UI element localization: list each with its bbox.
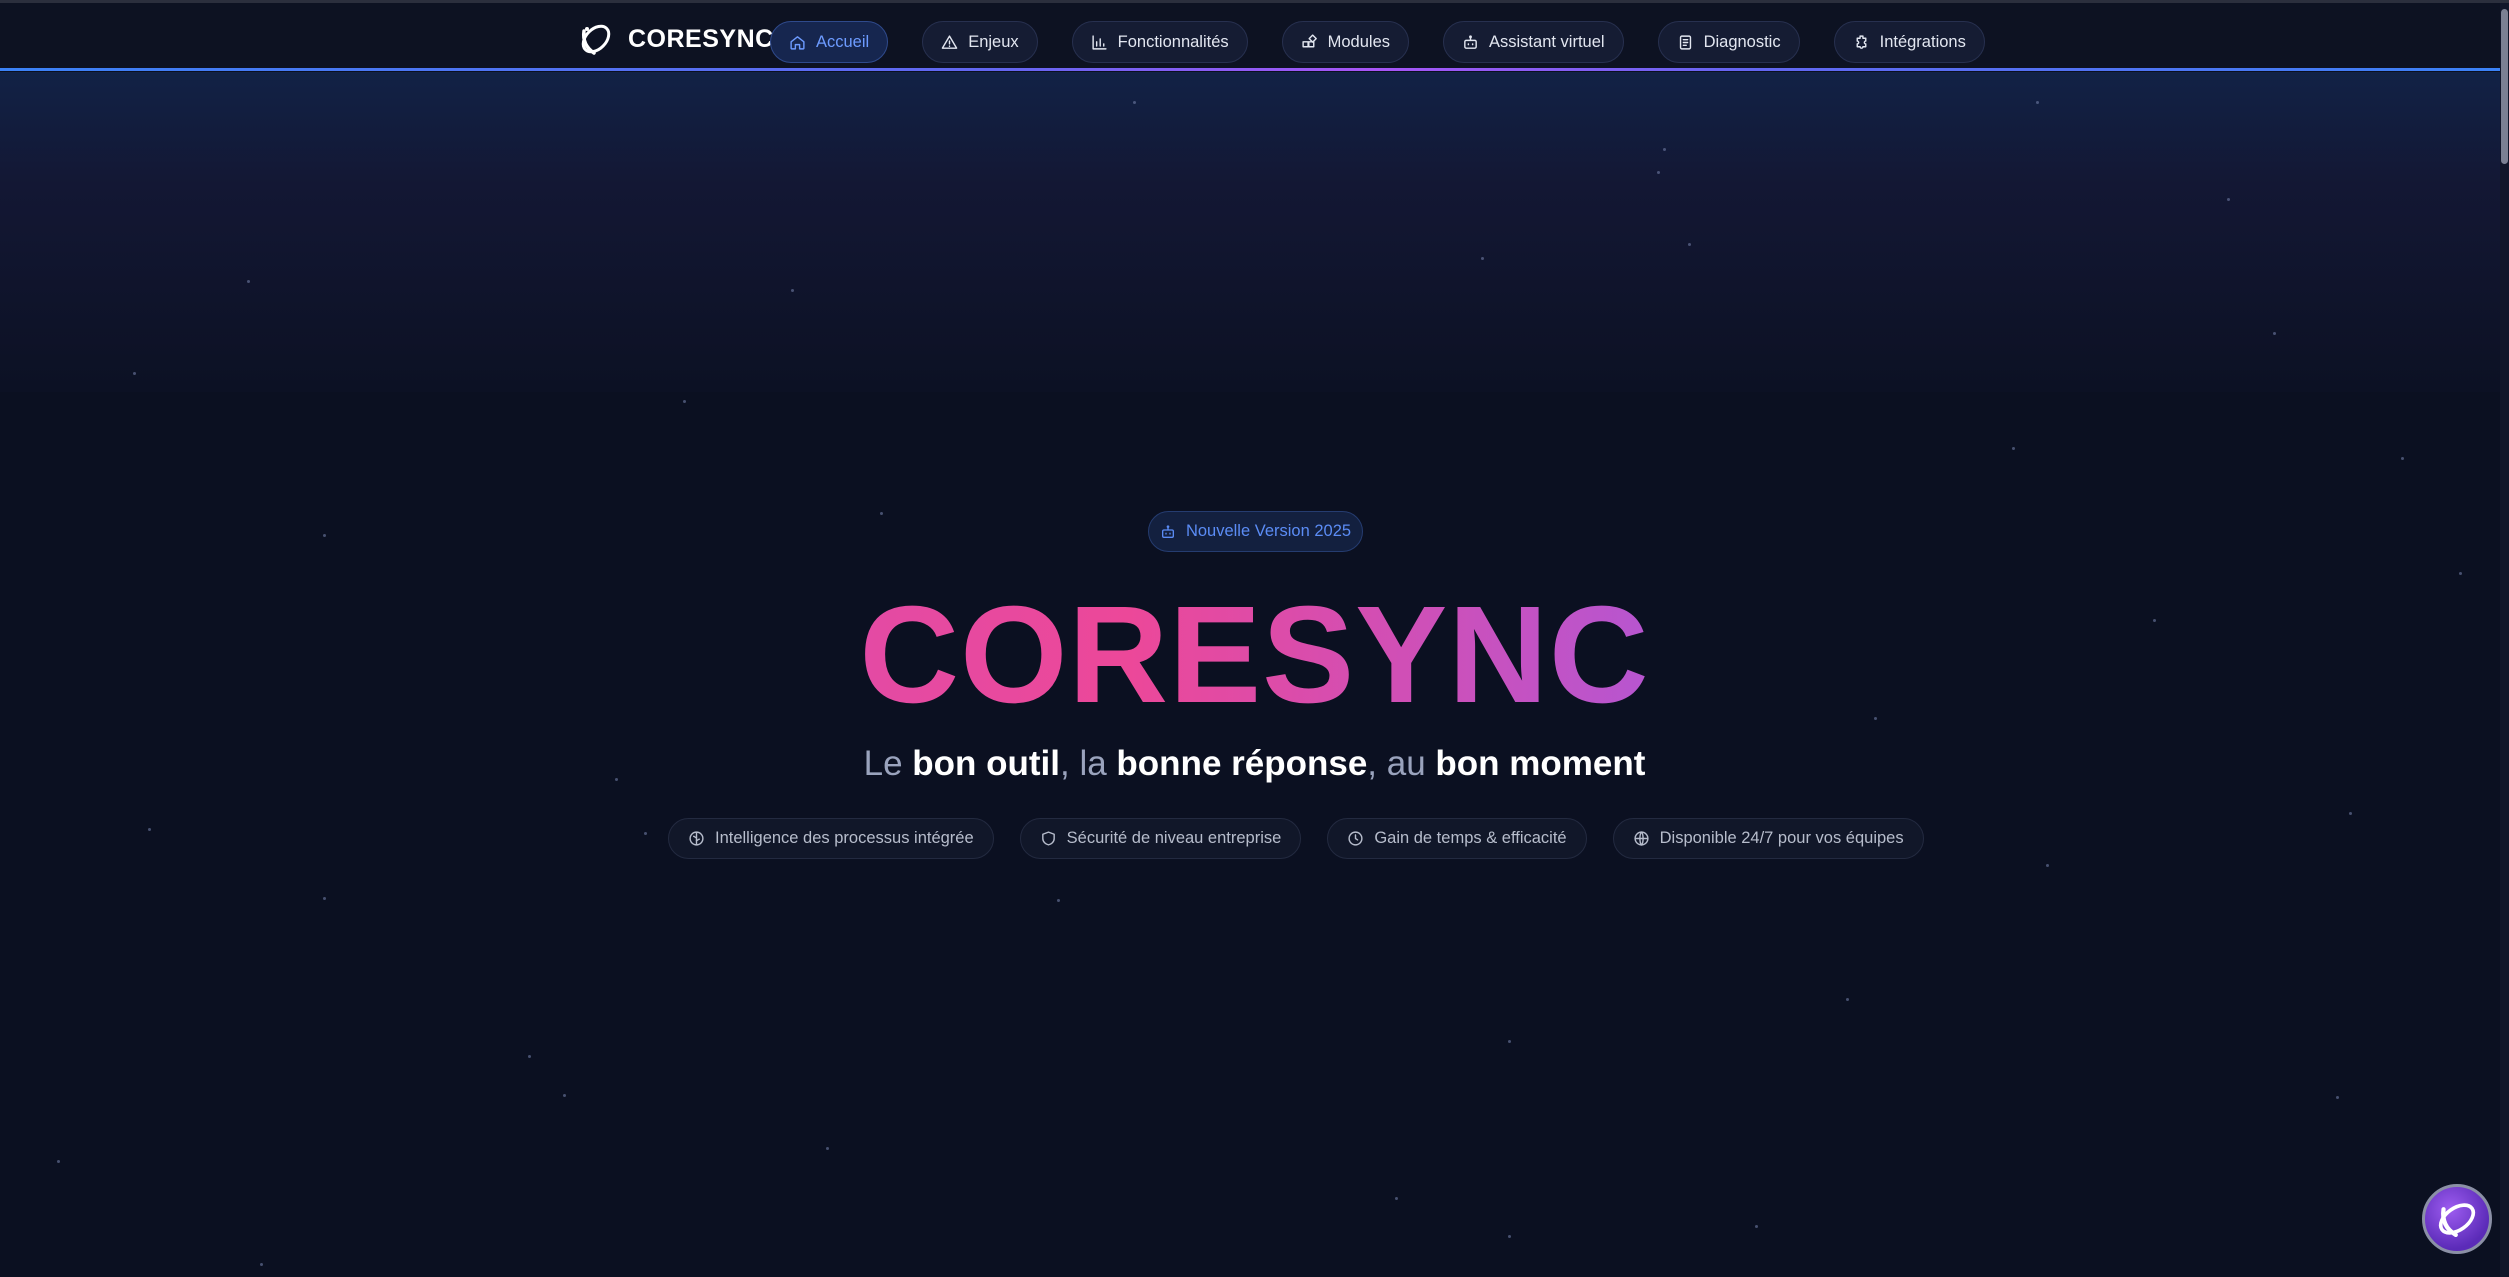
clipboard-icon bbox=[1679, 34, 1691, 50]
feature-label: Gain de temps & efficacité bbox=[1374, 829, 1567, 847]
clock-icon bbox=[1348, 831, 1363, 846]
hero-title: CORESYNC bbox=[0, 580, 2509, 730]
nav-item-enjeux[interactable]: Enjeux bbox=[922, 21, 1038, 63]
brain-icon bbox=[689, 831, 704, 846]
modules-icon bbox=[1302, 33, 1317, 47]
tagline-text: , au bbox=[1367, 744, 1436, 783]
bot-icon bbox=[1464, 34, 1477, 49]
feature-label: Disponible 24/7 pour vos équipes bbox=[1659, 829, 1904, 847]
brand[interactable]: CORESYNC bbox=[578, 21, 774, 57]
feature-label: Intelligence des processus intégrée bbox=[715, 829, 974, 847]
bot-icon bbox=[1161, 524, 1174, 538]
nav-item-label: Intégrations bbox=[1879, 32, 1966, 51]
tagline-text: Le bbox=[863, 744, 913, 783]
nav-menu: Accueil Enjeux Fonctionnalités Modules A… bbox=[770, 21, 1985, 63]
alert-triangle-icon bbox=[941, 34, 958, 49]
nav-item-label: Enjeux bbox=[968, 32, 1019, 51]
feature-pill-intelligence: Intelligence des processus intégrée bbox=[668, 818, 994, 859]
globe-icon bbox=[1634, 831, 1649, 846]
nav-item-label: Assistant virtuel bbox=[1489, 32, 1605, 51]
nav-item-fonctionnalites[interactable]: Fonctionnalités bbox=[1071, 21, 1248, 63]
assistant-chat-button[interactable] bbox=[2422, 1184, 2492, 1254]
scrollbar-thumb[interactable] bbox=[2501, 9, 2508, 164]
coresync-logo-icon bbox=[2438, 1203, 2476, 1238]
nav-item-integrations[interactable]: Intégrations bbox=[1833, 21, 1985, 63]
feature-label: Sécurité de niveau entreprise bbox=[1066, 829, 1282, 847]
feature-pills: Intelligence des processus intégrée Sécu… bbox=[668, 818, 1924, 859]
home-icon bbox=[790, 35, 805, 50]
puzzle-icon bbox=[1856, 34, 1867, 49]
brand-name: CORESYNC bbox=[628, 24, 774, 53]
nav-item-label: Diagnostic bbox=[1703, 32, 1781, 51]
nav-item-assistant-virtuel[interactable]: Assistant virtuel bbox=[1443, 21, 1624, 63]
hero-tagline: Le bon outil, la bonne réponse, au bon m… bbox=[0, 742, 2509, 786]
nav-item-accueil[interactable]: Accueil bbox=[770, 21, 889, 63]
coresync-logo-icon bbox=[581, 24, 611, 55]
nav-item-diagnostic[interactable]: Diagnostic bbox=[1657, 21, 1800, 63]
badge-label: Nouvelle Version 2025 bbox=[1185, 522, 1352, 540]
nav-item-label: Fonctionnalités bbox=[1117, 32, 1229, 51]
tagline-emphasis: bon moment bbox=[1435, 744, 1646, 783]
bar-chart-icon bbox=[1092, 34, 1107, 50]
top-navbar: CORESYNC Accueil Enjeux Fonctionnalités … bbox=[0, 3, 2500, 71]
feature-pill-securite: Sécurité de niveau entreprise bbox=[1019, 818, 1302, 859]
feature-pill-gain-temps: Gain de temps & efficacité bbox=[1327, 818, 1587, 859]
nav-item-modules[interactable]: Modules bbox=[1281, 21, 1410, 63]
nav-item-label: Modules bbox=[1327, 32, 1391, 51]
shield-icon bbox=[1041, 831, 1055, 846]
tagline-emphasis: bon outil bbox=[912, 744, 1060, 783]
tagline-emphasis: bonne réponse bbox=[1116, 744, 1368, 783]
nav-item-label: Accueil bbox=[816, 32, 870, 51]
new-version-badge: Nouvelle Version 2025 bbox=[1148, 511, 1363, 552]
tagline-text: , la bbox=[1060, 744, 1117, 783]
feature-pill-disponible: Disponible 24/7 pour vos équipes bbox=[1612, 818, 1924, 859]
